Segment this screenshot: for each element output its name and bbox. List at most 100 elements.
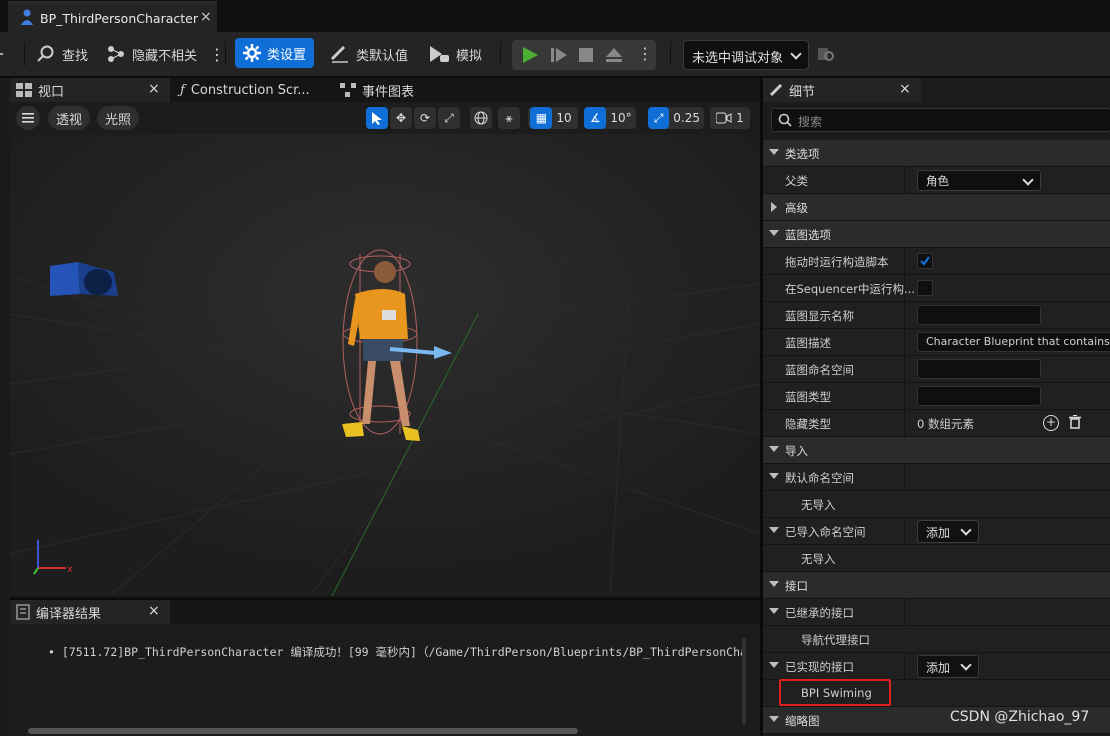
scale-icon: ⤢ — [444, 110, 454, 125]
chevron-down-icon[interactable] — [769, 446, 779, 452]
snap-icon: ⚹ — [505, 110, 513, 125]
category-header[interactable]: 类选项 — [763, 140, 1110, 167]
close-icon[interactable]: × — [148, 603, 160, 619]
node-graph-icon — [108, 46, 124, 62]
tab-viewport-label: 视口 — [38, 84, 65, 100]
checkbox-unchecked[interactable] — [917, 280, 933, 296]
debug-object-label: 未选中调试对象 — [692, 51, 784, 66]
stop-icon[interactable] — [578, 47, 594, 63]
rotate-button[interactable]: ⟳ — [414, 107, 436, 129]
property-label: 蓝图选项 — [785, 228, 831, 242]
hide-unrelated-button[interactable]: 隐藏不相关 ⋮ — [106, 40, 225, 68]
viewport-canvas[interactable]: x — [10, 134, 760, 596]
class-settings-button[interactable]: 类设置 — [235, 38, 315, 68]
horizontal-scrollbar[interactable] — [28, 728, 578, 734]
scale-snap-button[interactable]: ⤢ 0.25 — [648, 107, 704, 129]
chevron-down-icon[interactable] — [769, 608, 779, 614]
tab-details-label: 细节 — [789, 84, 816, 100]
tab-details[interactable]: 细节 × — [763, 78, 921, 102]
property-label: 接口 — [785, 579, 808, 593]
compiler-message-row: • [7511.72]BP_ThirdPersonCharacter 编译成功！… — [48, 644, 746, 660]
cursor-icon — [372, 112, 382, 125]
class-defaults-button[interactable]: 类默认值 — [330, 40, 408, 68]
close-icon[interactable]: × — [899, 81, 911, 97]
lighting-button[interactable]: 光照 — [97, 106, 139, 130]
property-label: 拖动时运行构造脚本 — [785, 255, 889, 269]
property-label: 父类 — [785, 174, 808, 188]
find-button[interactable]: 查找 — [36, 40, 88, 68]
text-field[interactable] — [917, 359, 1041, 379]
tab-event-graph[interactable]: 事件图表 — [340, 79, 414, 101]
surface-snap-button[interactable]: ⚹ — [498, 107, 520, 129]
column-divider — [904, 518, 905, 545]
step-icon[interactable] — [550, 46, 568, 64]
parent-class-dropdown[interactable]: 角色 — [917, 170, 1041, 191]
debug-object-dropdown[interactable]: 未选中调试对象 — [683, 40, 809, 70]
chevron-down-icon[interactable] — [769, 527, 779, 533]
property-row: 无导入 — [763, 545, 1110, 572]
simulate-label: 模拟 — [456, 48, 483, 64]
translate-button[interactable]: ✥ — [390, 107, 412, 129]
camera-speed-button[interactable]: 1 — [710, 107, 750, 129]
kebab-menu-icon[interactable]: ⋮ — [637, 44, 653, 63]
details-search-input[interactable]: 搜索 — [771, 108, 1110, 132]
property-row[interactable]: 已实现的接口 添加 — [763, 653, 1110, 680]
chevron-down-icon[interactable] — [769, 662, 779, 668]
search-icon — [37, 45, 54, 62]
viewport-menu-button[interactable] — [16, 106, 40, 130]
eject-icon[interactable] — [605, 46, 623, 64]
scale-button[interactable]: ⤢ — [438, 107, 460, 129]
property-row[interactable]: 已导入命名空间 添加 — [763, 518, 1110, 545]
play-icon[interactable] — [521, 46, 539, 64]
category-header[interactable]: 蓝图选项 — [763, 221, 1110, 248]
main-toolbar: 查找 隐藏不相关 ⋮ 类设置 类默认值 模拟 ⋮ 未选中调试对象 — [0, 32, 1110, 76]
kebab-menu-icon[interactable]: ⋮ — [209, 45, 225, 64]
chevron-right-icon[interactable] — [771, 202, 777, 212]
text-field[interactable] — [917, 386, 1041, 406]
class-defaults-label: 类默认值 — [356, 48, 409, 64]
property-row[interactable]: 已继承的接口 — [763, 599, 1110, 626]
world-local-button[interactable] — [470, 107, 492, 129]
chevron-down-icon[interactable] — [769, 149, 779, 155]
simulate-button[interactable]: 模拟 — [428, 40, 482, 68]
document-tab[interactable]: BP_ThirdPersonCharacter × — [8, 1, 217, 32]
chevron-down-icon[interactable] — [769, 230, 779, 236]
compiler-message: [7511.72]BP_ThirdPersonCharacter 编译成功！[9… — [61, 645, 746, 659]
text-field[interactable] — [917, 305, 1041, 325]
find-in-level-icon[interactable] — [817, 45, 835, 63]
text-field[interactable]: Character Blueprint that contains mo — [917, 332, 1110, 352]
chevron-down-icon[interactable] — [769, 716, 779, 722]
grid-snap-button[interactable]: ▦ 10 — [528, 107, 578, 129]
x-axis-label: x — [67, 564, 73, 575]
property-label: 已实现的接口 — [785, 660, 854, 674]
column-divider — [904, 383, 905, 410]
close-icon[interactable]: × — [148, 81, 160, 97]
angle-snap-button[interactable]: ∡ 10° — [584, 107, 636, 129]
trash-icon[interactable] — [1069, 415, 1081, 433]
add-interface-button[interactable]: 添加 — [917, 655, 979, 678]
perspective-button[interactable]: 透视 — [48, 106, 90, 130]
tab-construction-script[interactable]: ƒ Construction Scr... — [180, 79, 310, 101]
chevron-down-icon[interactable] — [769, 473, 779, 479]
property-label: 缩略图 — [785, 714, 820, 728]
property-label: 隐藏类型 — [785, 417, 831, 431]
property-row[interactable]: 默认命名空间 — [763, 464, 1110, 491]
grid-snap-value: 10 — [556, 111, 572, 125]
select-mode-button[interactable] — [366, 107, 388, 129]
category-header[interactable]: 接口 — [763, 572, 1110, 599]
toolbar-overflow-icon[interactable] — [0, 40, 3, 68]
close-icon[interactable]: × — [200, 9, 212, 25]
column-divider — [904, 167, 905, 194]
property-label: 导入 — [785, 444, 808, 458]
property-row: 蓝图显示名称 — [763, 302, 1110, 329]
checkbox-checked[interactable] — [917, 253, 933, 269]
add-interface-button[interactable]: 添加 — [917, 520, 979, 543]
chevron-down-icon[interactable] — [769, 581, 779, 587]
category-header[interactable]: 导入 — [763, 437, 1110, 464]
tab-compiler-results[interactable]: 编译器结果 × — [10, 600, 170, 624]
hamburger-icon — [22, 113, 34, 123]
add-element-icon[interactable]: + — [1043, 415, 1059, 431]
vertical-scrollbar[interactable] — [742, 638, 746, 724]
viewport-icon — [16, 83, 32, 97]
category-header[interactable]: 高级 — [763, 194, 1110, 221]
